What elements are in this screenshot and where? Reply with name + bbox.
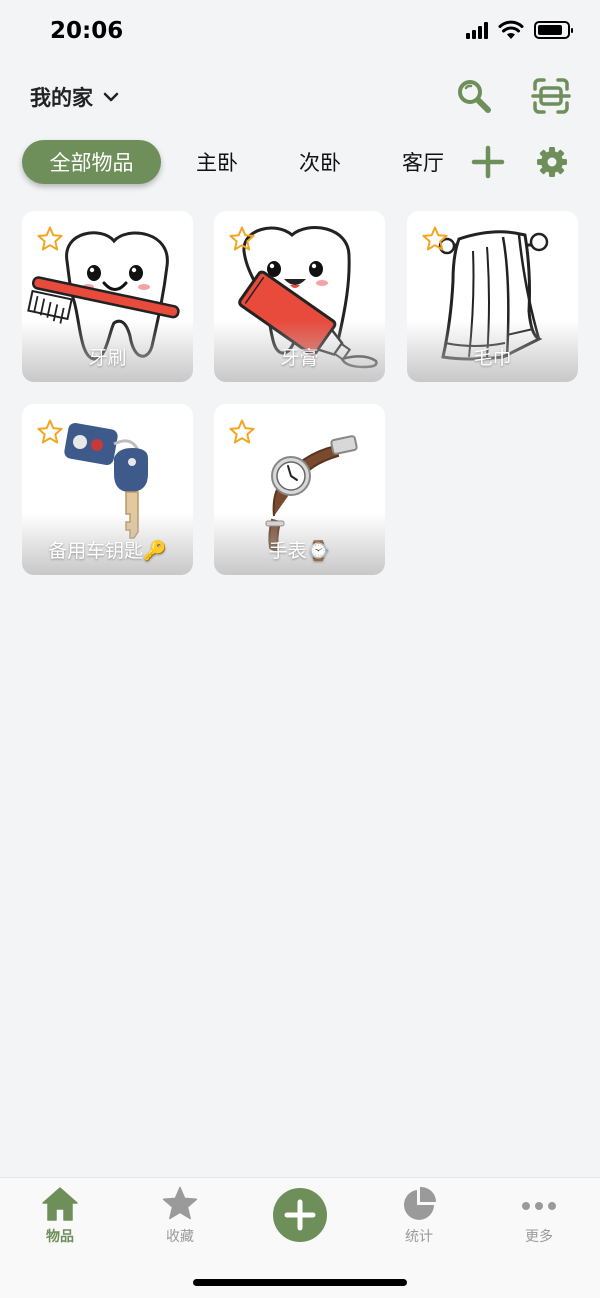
chevron-down-icon [103, 92, 119, 102]
nav-label: 物品 [46, 1229, 74, 1245]
scan-button[interactable] [530, 76, 572, 116]
search-icon [458, 80, 491, 113]
cellular-signal-icon [466, 21, 488, 39]
gear-icon [537, 147, 567, 177]
nav-items[interactable]: 物品 [20, 1186, 100, 1252]
item-card[interactable]: 手表⌚ [214, 404, 385, 575]
favorite-star-icon[interactable] [421, 225, 449, 253]
search-button[interactable] [454, 76, 494, 116]
item-card[interactable]: 毛巾 [407, 211, 578, 382]
room-tabs: 全部物品 主卧 次卧 客厅 [0, 136, 600, 188]
nav-more[interactable]: 更多 [499, 1186, 579, 1252]
tab-second-bedroom[interactable]: 次卧 [285, 140, 355, 184]
scan-icon [531, 78, 571, 114]
item-name: 牙刷 [88, 347, 127, 369]
header: 我的家 [0, 70, 600, 122]
nav-label: 收藏 [166, 1229, 194, 1245]
status-bar: 20:06 [0, 0, 600, 66]
pie-chart-icon [404, 1186, 437, 1220]
tab-master-bedroom[interactable]: 主卧 [182, 140, 252, 184]
item-name: 备用车钥匙🔑 [48, 540, 167, 562]
favorite-star-icon[interactable] [228, 418, 256, 446]
home-title: 我的家 [30, 86, 93, 110]
nav-label: 更多 [525, 1229, 553, 1245]
tab-living-room[interactable]: 客厅 [388, 140, 458, 184]
item-name: 牙膏 [280, 347, 319, 369]
bottom-nav: 物品 收藏 统计 更多 [0, 1177, 600, 1298]
add-room-button[interactable] [470, 144, 506, 180]
status-icons [466, 20, 573, 40]
more-icon [522, 1202, 556, 1210]
add-item-button[interactable] [273, 1188, 327, 1242]
nav-statistics[interactable]: 统计 [379, 1186, 459, 1252]
room-settings-button[interactable] [534, 144, 570, 180]
star-icon [162, 1186, 198, 1220]
item-name: 手表⌚ [268, 540, 331, 562]
plus-icon [471, 145, 505, 179]
wifi-icon [498, 20, 524, 39]
home-icon [42, 1187, 78, 1221]
favorite-star-icon[interactable] [36, 225, 64, 253]
home-indicator [193, 1279, 407, 1286]
nav-favorites[interactable]: 收藏 [140, 1186, 220, 1252]
favorite-star-icon[interactable] [228, 225, 256, 253]
status-time: 20:06 [50, 18, 124, 44]
battery-icon [534, 21, 573, 39]
tab-all-items[interactable]: 全部物品 [22, 140, 161, 184]
plus-icon [284, 1199, 316, 1231]
item-card[interactable]: 牙膏 [214, 211, 385, 382]
item-name: 毛巾 [473, 347, 512, 369]
item-card[interactable]: 备用车钥匙🔑 [22, 404, 193, 575]
item-card[interactable]: 牙刷 [22, 211, 193, 382]
nav-label: 统计 [405, 1229, 433, 1245]
home-selector[interactable]: 我的家 [30, 82, 119, 112]
favorite-star-icon[interactable] [36, 418, 64, 446]
